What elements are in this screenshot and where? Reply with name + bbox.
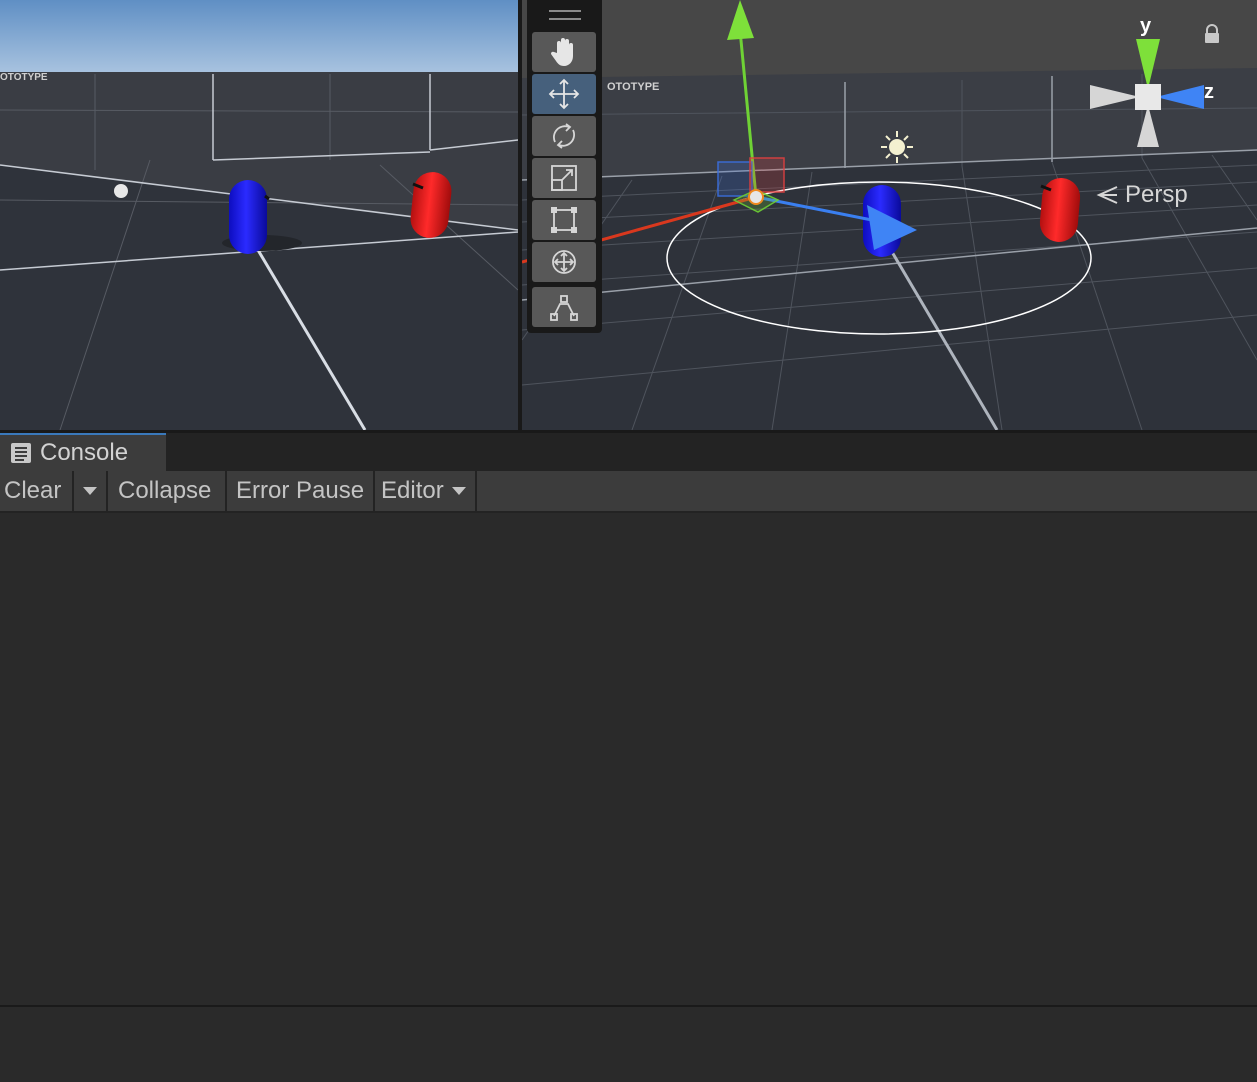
scene-view-render: OTOTYPE y z [522,0,1257,430]
rotate-tool-button[interactable] [532,116,596,156]
lock-icon[interactable] [1203,24,1221,44]
error-pause-toggle[interactable]: Error Pause [227,471,375,511]
game-view[interactable]: OTOTYPE [0,0,518,430]
game-view-render: OTOTYPE [0,0,518,430]
svg-text:OTOTYPE: OTOTYPE [607,81,659,93]
editor-target-dropdown[interactable]: Editor [375,471,477,511]
custom-editor-tool-icon [550,295,578,321]
collapse-label: Collapse [118,477,212,504]
projection-toggle[interactable]: Persp [1095,181,1188,209]
move-tool-button[interactable] [532,74,596,114]
editor-label: Editor [381,477,444,504]
transform-icon [552,250,576,274]
transform-tool-button[interactable] [532,242,596,282]
rect-tool-button[interactable] [532,200,596,240]
collapse-toggle[interactable]: Collapse [108,471,227,511]
console-tab-label: Console [40,439,129,466]
scale-tool-button[interactable] [532,158,596,198]
scale-icon [551,165,577,191]
hand-tool-button[interactable] [532,32,596,72]
console-icon [11,443,31,463]
rect-transform-icon [551,207,577,233]
scene-view[interactable]: OTOTYPE y z [522,0,1257,430]
tab-console[interactable]: Console [0,433,166,471]
scene-tools-overlay [527,0,602,333]
gizmo-y-label[interactable]: y [1140,15,1152,37]
move-arrows-icon [548,78,580,110]
perspective-chevron-icon [1096,186,1118,204]
gizmo-z-label[interactable]: z [1204,81,1214,103]
rotate-icon [553,123,575,149]
console-toolbar: Clear Collapse Error Pause Editor [0,471,1257,513]
svg-text:OTOTYPE: OTOTYPE [0,72,48,83]
projection-label: Persp [1125,181,1188,208]
chevron-down-icon [451,487,466,495]
error-pause-label: Error Pause [236,477,365,504]
toolbar-grip-handle[interactable] [549,10,581,20]
clear-options-dropdown[interactable] [74,471,108,511]
console-message-detail[interactable] [0,1005,1257,1082]
clear-label: Clear [4,477,62,504]
console-log-list[interactable] [0,513,1257,1005]
chevron-down-icon [83,487,97,495]
clear-button[interactable]: Clear [0,471,74,511]
hand-icon [550,38,573,66]
console-tab-bar: Console [0,433,1257,471]
custom-tool-button[interactable] [532,287,596,327]
